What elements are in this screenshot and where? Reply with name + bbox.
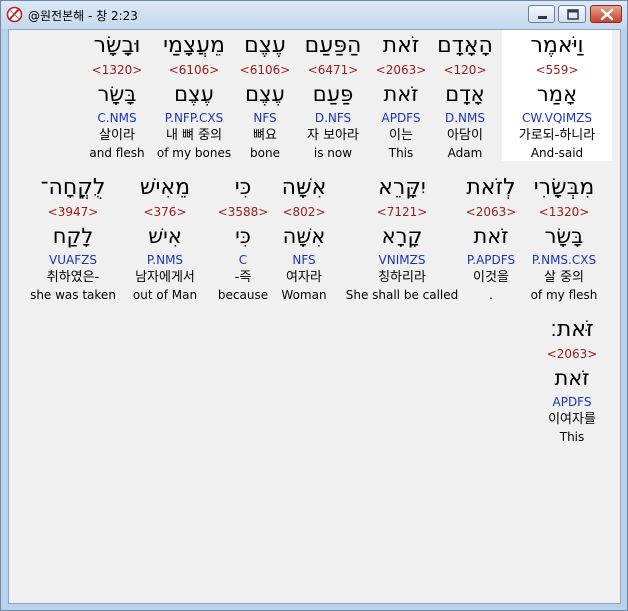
minimize-button[interactable] — [528, 5, 555, 23]
word-zot-final[interactable]: זֹּאת׃ <2063> זֹאת APDFS 이여자를 This — [517, 314, 627, 445]
lemma: קָרָא — [381, 224, 423, 248]
word-lukochah[interactable]: לֻקֳחָה־ <3947> לָקַח VUAFZS 취하였은- she w… — [18, 172, 128, 303]
window-title: @원전본해 - 창 2:23 — [28, 9, 138, 23]
parse-code: APDFS — [552, 395, 592, 409]
interlinear-panel[interactable]: וַיֹּאמֶר <559> אָמַר CW.VQIMZS 가로되-하니라 … — [8, 29, 621, 604]
hebrew-word: זֹּאת׃ — [550, 317, 594, 342]
compass-icon[interactable] — [6, 6, 23, 23]
app-window: @원전본해 - 창 2:23 וַיֹּאמֶר <559> אָמַר CW.… — [0, 0, 628, 611]
korean-gloss: 칭하리라 — [378, 270, 426, 285]
parse-code: C.NMS — [97, 111, 137, 125]
word-yikare[interactable]: יִקָּרֵא <7121> קָרָא VNIMZS 칭하리라 She sh… — [341, 172, 463, 303]
english-gloss: she was taken — [30, 288, 116, 302]
hebrew-word: וּבָשָׂר — [93, 33, 141, 58]
word-uvasar[interactable]: וּבָשָׂר <1320> בָּשָׂר C.NMS 살이라 and fl… — [62, 30, 172, 161]
close-button[interactable] — [590, 5, 622, 23]
parse-code: VUAFZS — [49, 253, 97, 267]
minimize-icon — [538, 16, 547, 19]
lemma: זֹאת — [554, 366, 590, 390]
strong-number: <7121> — [376, 205, 428, 219]
parse-code: VNIMZS — [378, 253, 426, 267]
strong-number: <2063> — [546, 347, 598, 361]
english-gloss: and flesh — [89, 146, 145, 160]
title-bar[interactable]: @원전본해 - 창 2:23 — [1, 1, 627, 29]
hebrew-word: לֻקֳחָה־ — [40, 175, 106, 200]
strong-number: <3947> — [47, 205, 99, 219]
korean-gloss: 이여자를 — [548, 412, 596, 427]
lemma: לָקַח — [52, 224, 94, 248]
korean-gloss: 취하였은- — [46, 270, 100, 285]
maximize-button[interactable] — [558, 5, 586, 23]
hebrew-word: יִקָּרֵא — [378, 175, 426, 200]
close-icon — [600, 8, 614, 21]
english-gloss: This — [559, 430, 585, 444]
strong-number: <1320> — [91, 63, 143, 77]
maximize-icon — [567, 9, 579, 20]
korean-gloss: 살이라 — [99, 128, 135, 143]
english-gloss: She shall be called — [345, 288, 459, 302]
lemma: בָּשָׂר — [97, 82, 137, 106]
